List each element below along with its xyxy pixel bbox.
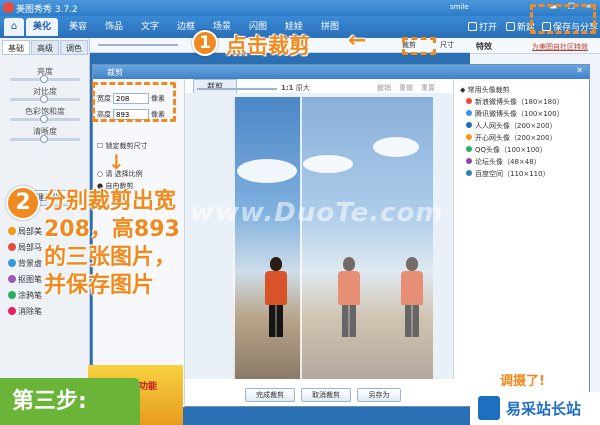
toolbar-size-button[interactable]: 尺寸 — [440, 40, 454, 50]
crop-edge-handle[interactable] — [233, 97, 235, 379]
tab-accessories[interactable]: 饰品 — [98, 18, 130, 36]
preset-forum[interactable]: 论坛头像（48×48） — [466, 157, 541, 167]
close-icon[interactable]: ✕ — [576, 66, 583, 75]
down-arrow-icon: ↓ — [108, 150, 125, 174]
step-2-line-4: 并保存图片 — [44, 273, 155, 298]
folder-icon — [468, 22, 477, 31]
save-as-button[interactable]: 另存为 — [357, 388, 401, 402]
sharpness-slider[interactable] — [10, 135, 80, 143]
zoom-one-to-one[interactable]: 1:1 原大 — [281, 83, 310, 93]
done-crop-button[interactable]: 完成裁剪 — [245, 388, 295, 402]
step-1-text: 点击裁剪 — [226, 34, 310, 58]
highlight-crop-toolbar — [402, 37, 436, 55]
open-button[interactable]: 打开 — [468, 20, 497, 33]
preset-qq[interactable]: QQ头像（100×100） — [466, 145, 547, 155]
preset-tencent[interactable]: 腾讯微博头像（100×100） — [466, 109, 564, 119]
site-logo-icon — [478, 396, 500, 420]
tab-text[interactable]: 文字 — [134, 18, 166, 36]
undo-button[interactable]: 撤销 — [377, 83, 391, 93]
step-2-line-2: 208，高893 — [44, 217, 180, 242]
crop-dim-overlay — [301, 97, 433, 379]
step-2-line-3: 的三张图片， — [44, 245, 177, 270]
zoom-slider[interactable] — [98, 44, 178, 46]
tab-beauty[interactable]: 美容 — [62, 18, 94, 36]
subtab-color[interactable]: 调色 — [60, 40, 88, 55]
step-label: 第三步: — [0, 378, 140, 425]
plus-icon — [506, 22, 515, 31]
bottom-banner-text: 调摄了! — [500, 374, 545, 389]
home-icon[interactable]: ⌂ — [4, 18, 24, 36]
special-effects-header: 特效 为美图自社区特效 — [470, 38, 600, 54]
highlight-save-share — [530, 4, 596, 34]
zoom-track[interactable] — [197, 88, 277, 90]
crop-dialog-title: 裁剪 — [107, 68, 123, 77]
feature-local-mosaic[interactable]: 局部马 — [8, 242, 42, 253]
preset-list: ◆ 常用头像裁剪 新浪微博头像（180×180） 腾讯微博头像（100×100）… — [453, 79, 589, 379]
step-1-badge: 1 — [192, 30, 218, 56]
photo-preview[interactable] — [233, 97, 433, 379]
tab-collage[interactable]: 拼图 — [314, 18, 346, 36]
special-effects-label: 特效 — [476, 42, 492, 51]
feature-cutout-pen[interactable]: 抠图笔 — [8, 274, 42, 285]
preset-title: ◆ 常用头像裁剪 — [460, 86, 510, 94]
site-name: 易采站长站 — [506, 400, 582, 418]
special-effects-link[interactable]: 为美图自社区特效 — [532, 42, 588, 52]
contrast-slider[interactable] — [10, 95, 80, 103]
subtab-advanced[interactable]: 高级 — [31, 40, 59, 55]
preset-baidu[interactable]: 百度空间（110×110） — [466, 169, 550, 179]
user-name[interactable]: smile — [450, 3, 469, 11]
feature-local-beautify[interactable]: 局部美 — [8, 226, 42, 237]
subtab-basic[interactable]: 基础 — [2, 40, 30, 55]
feature-background-blur[interactable]: 背景虚 — [8, 258, 42, 269]
preset-sina[interactable]: 新浪微博头像（180×180） — [466, 97, 564, 107]
cancel-crop-button[interactable]: 取消裁剪 — [301, 388, 351, 402]
reset-button[interactable]: 重置 — [421, 83, 435, 93]
title-bar: 美图秀秀 3.7.2 smile ▬ ❐ ✕ — [0, 0, 600, 16]
watermark: www.DuoTe.com — [190, 198, 444, 228]
cloud-shape — [237, 159, 297, 183]
crop-footer: 完成裁剪 取消裁剪 另存为 — [185, 385, 453, 405]
feature-doodle-pen[interactable]: 涂鸦笔 — [8, 290, 42, 301]
highlight-size-fields — [92, 82, 176, 122]
preset-renren[interactable]: 人人网头像（200×200） — [466, 121, 557, 131]
arrow-icon: ← — [348, 28, 367, 53]
girl-figure — [265, 257, 287, 337]
crop-dialog-header: 裁剪 ✕ — [93, 65, 589, 79]
preset-kaixin[interactable]: 开心网头像（200×200） — [466, 133, 557, 143]
site-logo: 易采站长站 — [470, 392, 600, 425]
tab-beautify[interactable]: 美化 — [26, 18, 58, 36]
step-2-badge: 2 — [6, 186, 40, 220]
brightness-slider[interactable] — [10, 75, 80, 83]
crop-edge-handle[interactable] — [300, 97, 302, 379]
step-2-line-1: 分别裁剪出宽 — [44, 189, 177, 214]
saturation-slider[interactable] — [10, 115, 80, 123]
feature-eraser-pen[interactable]: 消除笔 — [8, 306, 42, 317]
redo-button[interactable]: 重做 — [399, 83, 413, 93]
app-logo-icon — [3, 2, 14, 13]
window-title: 美图秀秀 3.7.2 — [16, 5, 78, 15]
